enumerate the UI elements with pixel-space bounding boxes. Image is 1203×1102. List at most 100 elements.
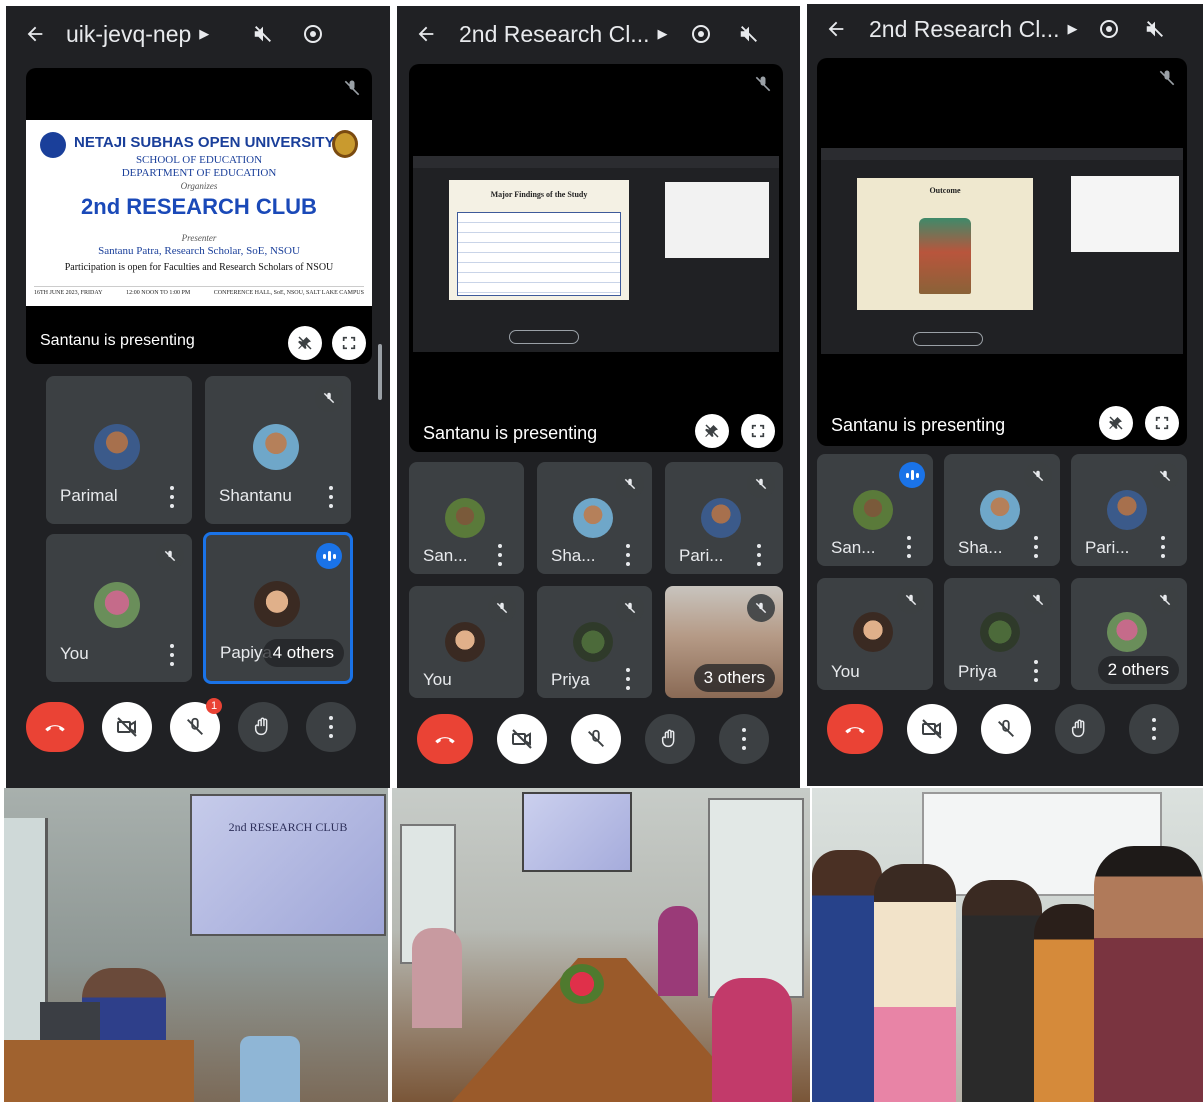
participant-tile[interactable]: You (46, 534, 192, 682)
fullscreen-button[interactable] (332, 326, 366, 360)
raise-hand-button[interactable] (238, 702, 288, 752)
mic-off-icon (747, 470, 775, 498)
participant-tile[interactable]: Sha... (537, 462, 652, 574)
chevron-right-icon[interactable]: ▶ (657, 26, 667, 42)
participant-name: Sha... (551, 546, 596, 565)
avatar (94, 582, 140, 628)
presentation-stage[interactable]: Outcome Santanu is presenting (817, 58, 1187, 446)
meet-screen-2: 2nd Research Cl... ▶ Major Findings of t… (397, 6, 800, 788)
switch-camera-icon[interactable] (297, 18, 329, 50)
participant-name: Sha... (958, 538, 1003, 557)
meeting-title[interactable]: 2nd Research Cl... (459, 21, 649, 48)
meeting-title[interactable]: 2nd Research Cl... (869, 16, 1059, 43)
camera-off-button[interactable] (102, 702, 152, 752)
raise-hand-button[interactable] (645, 714, 695, 764)
end-call-button[interactable] (26, 702, 84, 752)
avatar (853, 490, 893, 530)
mic-off-icon (488, 594, 516, 622)
person (962, 880, 1042, 1102)
poster-time: 12:00 NOON TO 1:00 PM (126, 290, 191, 296)
speaker-off-icon[interactable] (247, 18, 279, 50)
shared-toolbar (413, 156, 779, 168)
notification-badge: 1 (206, 698, 222, 714)
speaker-off-icon[interactable] (733, 18, 765, 50)
slide-title: Major Findings of the Study (490, 190, 588, 199)
mic-off-button[interactable]: 1 (170, 698, 222, 752)
participant-tile[interactable]: Shantanu (205, 376, 351, 524)
switch-camera-icon[interactable] (1093, 13, 1125, 45)
more-options-icon[interactable] (624, 544, 632, 566)
back-arrow-icon[interactable] (20, 19, 50, 49)
mic-off-button[interactable] (571, 714, 621, 764)
unpin-button[interactable] (1099, 406, 1133, 440)
more-options-icon[interactable] (496, 544, 504, 566)
participant-tile[interactable]: Priya (944, 578, 1060, 690)
camera-off-button[interactable] (907, 704, 957, 754)
participant-tile[interactable]: Pari... (1071, 454, 1187, 566)
more-options-icon[interactable] (327, 486, 335, 508)
participant-tile[interactable]: Sha... (944, 454, 1060, 566)
others-count[interactable]: 4 others (262, 639, 344, 667)
raise-hand-button[interactable] (1055, 704, 1105, 754)
presentation-stage[interactable]: Major Findings of the Study Santanu is p… (409, 64, 783, 452)
participant-tile-video[interactable]: 3 others (665, 586, 783, 698)
end-call-button[interactable] (827, 704, 883, 754)
participant-tile[interactable]: San... (409, 462, 524, 574)
participant-tile-active[interactable]: Papiya 4 others (203, 532, 353, 684)
others-count[interactable]: 3 others (693, 664, 775, 692)
attendee (712, 978, 792, 1102)
participant-tile[interactable]: You (817, 578, 933, 690)
shared-screen: Major Findings of the Study (413, 156, 779, 352)
participant-name: San... (423, 546, 468, 565)
unpin-button[interactable] (695, 414, 729, 448)
person (874, 864, 956, 1102)
call-controls (397, 714, 800, 764)
more-options-icon[interactable] (168, 486, 176, 508)
more-options-icon[interactable] (168, 644, 176, 666)
more-options-icon[interactable] (755, 544, 763, 566)
speaker-off-icon[interactable] (1139, 13, 1171, 45)
more-options-icon[interactable] (1032, 660, 1040, 682)
chevron-right-icon[interactable]: ▶ (199, 26, 209, 42)
slide-navigation[interactable] (913, 332, 983, 346)
more-options-button[interactable] (306, 702, 356, 752)
mic-off-icon (897, 586, 925, 614)
participant-tile[interactable]: Pari... (665, 462, 783, 574)
participant-tile[interactable]: San... (817, 454, 933, 566)
poster-info-row: 16TH JUNE 2023, FRIDAY 12:00 NOON TO 1:0… (34, 286, 364, 296)
unpin-button[interactable] (288, 326, 322, 360)
more-options-icon[interactable] (1032, 536, 1040, 558)
mic-off-icon (1151, 586, 1179, 614)
camera-off-button[interactable] (497, 714, 547, 764)
speaking-indicator-icon (316, 543, 342, 569)
participant-tile[interactable]: 2 others (1071, 578, 1187, 690)
more-options-icon[interactable] (624, 668, 632, 690)
switch-camera-icon[interactable] (685, 18, 717, 50)
slide-navigation[interactable] (509, 330, 579, 344)
more-options-button[interactable] (1129, 704, 1179, 754)
participant-tile[interactable]: Parimal (46, 376, 192, 524)
speaking-indicator-icon (899, 462, 925, 488)
mic-off-icon (342, 78, 362, 103)
back-arrow-icon[interactable] (821, 14, 851, 44)
mic-off-icon (1024, 462, 1052, 490)
more-options-icon[interactable] (905, 536, 913, 558)
presenting-label: Santanu is presenting (423, 423, 598, 443)
mic-off-button[interactable] (981, 704, 1031, 754)
end-call-button[interactable] (417, 714, 473, 764)
others-count[interactable]: 2 others (1097, 656, 1179, 684)
more-options-button[interactable] (719, 714, 769, 764)
scrollbar[interactable] (378, 344, 382, 400)
fullscreen-button[interactable] (1145, 406, 1179, 440)
presentation-stage[interactable]: NETAJI SUBHAS OPEN UNIVERSITY SCHOOL OF … (26, 68, 372, 364)
meeting-title[interactable]: uik-jevq-nep (66, 21, 191, 48)
more-options-icon[interactable] (1159, 536, 1167, 558)
avatar (94, 424, 140, 470)
fullscreen-button[interactable] (741, 414, 775, 448)
poster-school: SCHOOL OF EDUCATION (135, 154, 263, 166)
back-arrow-icon[interactable] (411, 19, 441, 49)
participant-tile[interactable]: Priya (537, 586, 652, 698)
mic-off-icon (616, 594, 644, 622)
participant-tile[interactable]: You (409, 586, 524, 698)
chevron-right-icon[interactable]: ▶ (1067, 21, 1077, 37)
